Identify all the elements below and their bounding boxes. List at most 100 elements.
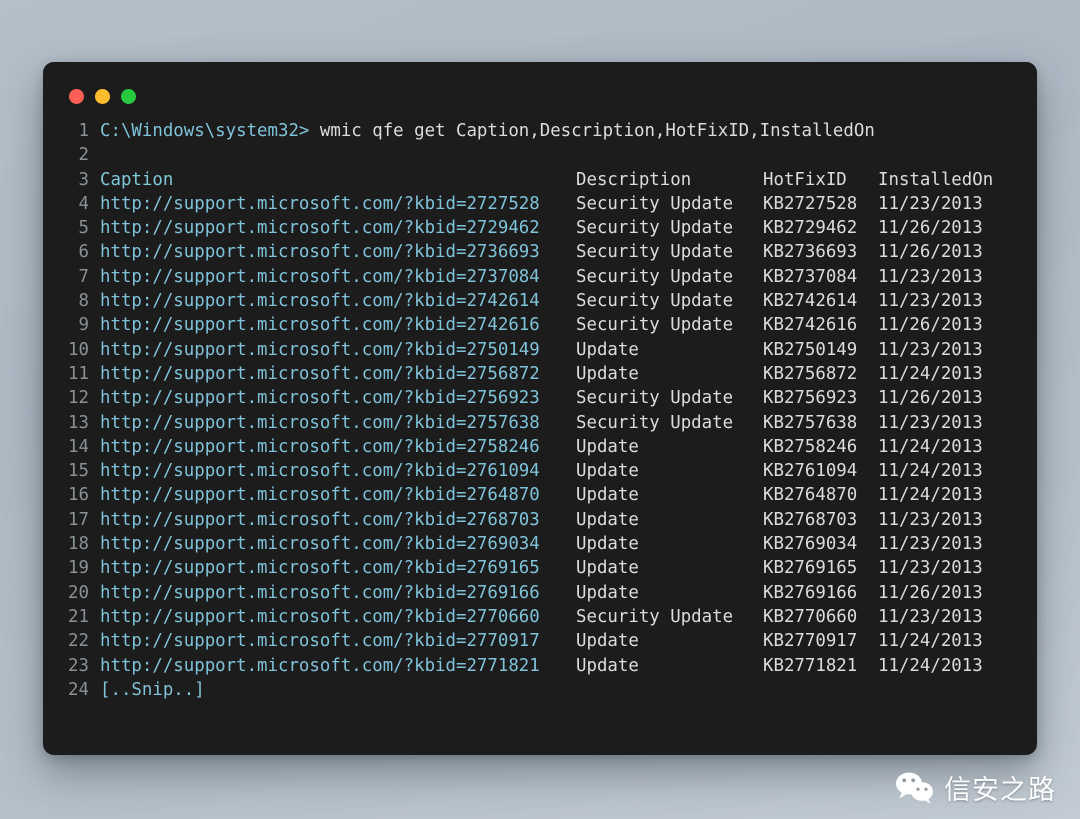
- line-number: 8: [78, 291, 89, 312]
- cell-description: Update: [576, 461, 639, 482]
- line-number: 14: [68, 436, 89, 457]
- cell-hotfixid: KB2769034: [763, 534, 858, 555]
- cell-caption: http://support.microsoft.com/?kbid=27648…: [100, 485, 540, 506]
- table-header-row: 3 Caption Description HotFixID InstalledOn: [43, 168, 1037, 192]
- cell-description: Update: [576, 436, 639, 457]
- cell-installedon: 11/23/2013: [878, 266, 983, 287]
- cell-caption: http://support.microsoft.com/?kbid=27718…: [100, 655, 540, 676]
- line-content: http://support.microsoft.com/?kbid=27648…: [100, 483, 1037, 507]
- cell-installedon: 11/23/2013: [878, 509, 983, 530]
- cell-description: Update: [576, 509, 639, 530]
- line-content: http://support.microsoft.com/?kbid=27690…: [100, 532, 1037, 556]
- cell-hotfixid: KB2756872: [763, 363, 858, 384]
- cell-description: Security Update: [576, 218, 734, 239]
- cell-caption: http://support.microsoft.com/?kbid=27366…: [100, 242, 540, 263]
- line-number: 18: [68, 534, 89, 555]
- line-content: http://support.microsoft.com/?kbid=27582…: [100, 435, 1037, 459]
- line-content: http://support.microsoft.com/?kbid=27706…: [100, 605, 1037, 629]
- cell-caption: http://support.microsoft.com/?kbid=27582…: [100, 436, 540, 457]
- cell-caption: http://support.microsoft.com/?kbid=27426…: [100, 291, 540, 312]
- line-number: 17: [68, 509, 89, 530]
- line-number: 16: [68, 485, 89, 506]
- cell-hotfixid: KB2770660: [763, 606, 858, 627]
- line-content: http://support.microsoft.com/?kbid=27718…: [100, 654, 1037, 678]
- line-content: http://support.microsoft.com/?kbid=27687…: [100, 508, 1037, 532]
- cell-description: Security Update: [576, 606, 734, 627]
- table-row: 8 http://support.microsoft.com/?kbid=2742…: [43, 289, 1037, 313]
- cell-description: Security Update: [576, 315, 734, 336]
- cell-caption: http://support.microsoft.com/?kbid=27610…: [100, 461, 540, 482]
- line-number: 19: [68, 558, 89, 579]
- cell-hotfixid: KB2727528: [763, 193, 858, 214]
- line-number: 13: [68, 412, 89, 433]
- cell-hotfixid: KB2757638: [763, 412, 858, 433]
- cell-caption: http://support.microsoft.com/?kbid=27568…: [100, 363, 540, 384]
- table-row: 21 http://support.microsoft.com/?kbid=277…: [43, 605, 1037, 629]
- line-content: Caption Description HotFixID InstalledOn: [100, 168, 1037, 192]
- cell-description: Security Update: [576, 242, 734, 263]
- line-number: 15: [68, 461, 89, 482]
- command-line: 1 C:\Windows\system32> wmic qfe get Capti…: [43, 119, 1037, 143]
- terminal-output[interactable]: 1 C:\Windows\system32> wmic qfe get Capti…: [43, 119, 1037, 703]
- table-row: 17 http://support.microsoft.com/?kbid=276…: [43, 508, 1037, 532]
- line-number: 9: [78, 315, 89, 336]
- header-caption: Caption: [100, 169, 174, 190]
- header-description: Description: [576, 169, 692, 190]
- cell-description: Update: [576, 339, 639, 360]
- cell-description: Security Update: [576, 388, 734, 409]
- line-number: 21: [68, 606, 89, 627]
- cell-caption: http://support.microsoft.com/?kbid=27706…: [100, 606, 540, 627]
- cell-description: Security Update: [576, 193, 734, 214]
- shell-command: wmic qfe get Caption,Description,HotFixI…: [309, 121, 875, 141]
- cell-installedon: 11/26/2013: [878, 582, 983, 603]
- cell-hotfixid: KB2771821: [763, 655, 858, 676]
- cell-installedon: 11/23/2013: [878, 339, 983, 360]
- table-row: 15 http://support.microsoft.com/?kbid=276…: [43, 459, 1037, 483]
- cell-caption: http://support.microsoft.com/?kbid=27709…: [100, 631, 540, 652]
- cell-installedon: 11/26/2013: [878, 242, 983, 263]
- watermark-text: 信安之路: [944, 775, 1056, 806]
- table-row: 20 http://support.microsoft.com/?kbid=276…: [43, 581, 1037, 605]
- line-content: http://support.microsoft.com/?kbid=27691…: [100, 581, 1037, 605]
- line-content: http://support.microsoft.com/?kbid=27569…: [100, 386, 1037, 410]
- cell-hotfixid: KB2736693: [763, 242, 858, 263]
- line-number: 6: [78, 242, 89, 263]
- cell-hotfixid: KB2768703: [763, 509, 858, 530]
- table-row: 9 http://support.microsoft.com/?kbid=2742…: [43, 313, 1037, 337]
- close-button[interactable]: [69, 89, 84, 104]
- header-installedon: InstalledOn: [878, 169, 994, 190]
- line-content: http://support.microsoft.com/?kbid=27610…: [100, 459, 1037, 483]
- cell-caption: http://support.microsoft.com/?kbid=27275…: [100, 193, 540, 214]
- cell-hotfixid: KB2742614: [763, 291, 858, 312]
- cell-hotfixid: KB2756923: [763, 388, 858, 409]
- table-row: 22 http://support.microsoft.com/?kbid=277…: [43, 629, 1037, 653]
- cell-installedon: 11/23/2013: [878, 558, 983, 579]
- cell-hotfixid: KB2769166: [763, 582, 858, 603]
- table-row: 7 http://support.microsoft.com/?kbid=2737…: [43, 265, 1037, 289]
- cell-installedon: 11/23/2013: [878, 193, 983, 214]
- line-number: 10: [68, 339, 89, 360]
- cell-installedon: 11/24/2013: [878, 631, 983, 652]
- cell-hotfixid: KB2764870: [763, 485, 858, 506]
- minimize-button[interactable]: [95, 89, 110, 104]
- line-content: http://support.microsoft.com/?kbid=27691…: [100, 556, 1037, 580]
- cell-caption: http://support.microsoft.com/?kbid=27690…: [100, 534, 540, 555]
- cell-installedon: 11/23/2013: [878, 534, 983, 555]
- table-row: 5 http://support.microsoft.com/?kbid=2729…: [43, 216, 1037, 240]
- line-content: http://support.microsoft.com/?kbid=27501…: [100, 338, 1037, 362]
- blank-line: 2: [43, 143, 1037, 167]
- table-row: 16 http://support.microsoft.com/?kbid=276…: [43, 483, 1037, 507]
- header-hotfixid: HotFixID: [763, 169, 847, 190]
- maximize-button[interactable]: [121, 89, 136, 104]
- cell-caption: http://support.microsoft.com/?kbid=27569…: [100, 388, 540, 409]
- cell-installedon: 11/26/2013: [878, 315, 983, 336]
- cell-installedon: 11/24/2013: [878, 363, 983, 384]
- watermark: 信安之路: [895, 768, 1056, 807]
- line-content: [..Snip..]: [100, 678, 1037, 702]
- line-content: http://support.microsoft.com/?kbid=27426…: [100, 313, 1037, 337]
- table-row: 19 http://support.microsoft.com/?kbid=276…: [43, 556, 1037, 580]
- cell-installedon: 11/23/2013: [878, 291, 983, 312]
- cell-installedon: 11/24/2013: [878, 485, 983, 506]
- cell-caption: http://support.microsoft.com/?kbid=27426…: [100, 315, 540, 336]
- cell-installedon: 11/24/2013: [878, 436, 983, 457]
